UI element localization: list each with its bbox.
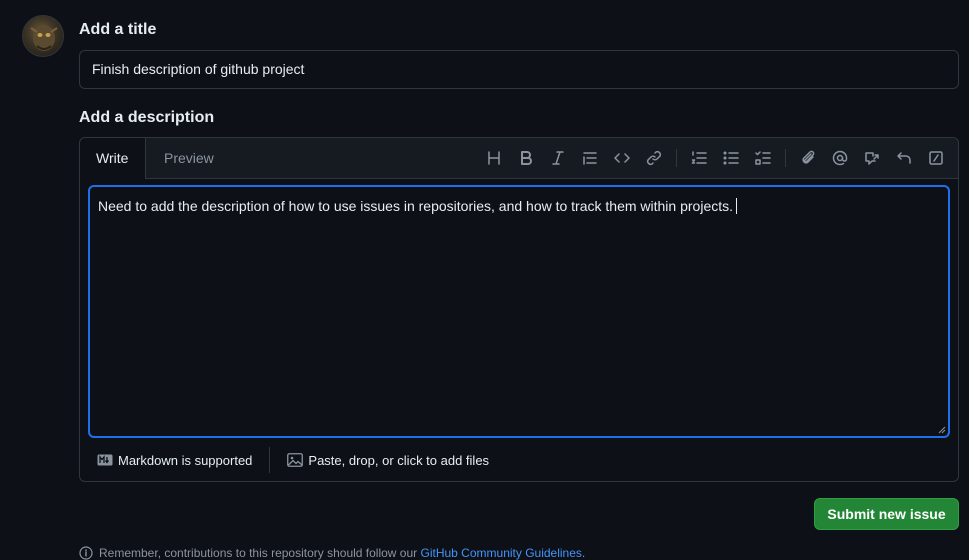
markdown-support-link[interactable]: Markdown is supported xyxy=(97,453,252,468)
description-text: Need to add the description of how to us… xyxy=(98,198,734,214)
markdown-note: Markdown is supported xyxy=(118,452,253,468)
title-input[interactable]: Finish description of github project xyxy=(79,50,959,89)
quote-icon[interactable] xyxy=(578,146,602,170)
footer-divider xyxy=(269,447,271,473)
tab-write[interactable]: Write xyxy=(80,138,146,179)
editor-footer: Markdown is supported Paste, drop, or cl… xyxy=(80,446,958,474)
attach-icon[interactable] xyxy=(796,146,820,170)
bold-icon[interactable] xyxy=(514,146,538,170)
italic-icon[interactable] xyxy=(546,146,570,170)
reference-icon[interactable] xyxy=(860,146,884,170)
undo-icon[interactable] xyxy=(892,146,916,170)
markdown-icon xyxy=(97,454,113,466)
markdown-editor: Write Preview Need to add the descriptio… xyxy=(79,137,959,482)
community-guidelines-link[interactable]: GitHub Community Guidelines xyxy=(421,546,582,560)
code-icon[interactable] xyxy=(610,146,634,170)
unordered-list-icon[interactable] xyxy=(719,146,743,170)
guidelines-prefix: Remember, contributions to this reposito… xyxy=(99,546,418,560)
toolbar-divider xyxy=(676,149,677,167)
title-label: Add a title xyxy=(79,21,157,38)
description-label: Add a description xyxy=(79,109,215,126)
info-icon xyxy=(79,546,93,560)
guidelines-note: Remember, contributions to this reposito… xyxy=(79,546,585,560)
mention-icon[interactable] xyxy=(828,146,852,170)
attach-files-button[interactable]: Paste, drop, or click to add files xyxy=(287,453,489,468)
link-icon[interactable] xyxy=(642,146,666,170)
avatar[interactable] xyxy=(22,15,64,57)
tab-preview[interactable]: Preview xyxy=(148,138,230,179)
formatting-toolbar xyxy=(474,146,948,170)
slash-command-icon[interactable] xyxy=(924,146,948,170)
submit-issue-button[interactable]: Submit new issue xyxy=(814,498,959,530)
task-list-icon[interactable] xyxy=(751,146,775,170)
image-icon xyxy=(287,453,304,467)
description-textarea[interactable]: Need to add the description of how to us… xyxy=(88,185,950,438)
toolbar-divider xyxy=(785,149,786,167)
attach-note: Paste, drop, or click to add files xyxy=(308,452,490,468)
avatar-image xyxy=(30,25,58,51)
guidelines-suffix: . xyxy=(581,546,586,560)
ordered-list-icon[interactable] xyxy=(687,146,711,170)
resize-handle-icon[interactable] xyxy=(938,426,946,434)
editor-header: Write Preview xyxy=(80,138,958,179)
text-caret xyxy=(736,198,738,214)
heading-icon[interactable] xyxy=(482,146,506,170)
